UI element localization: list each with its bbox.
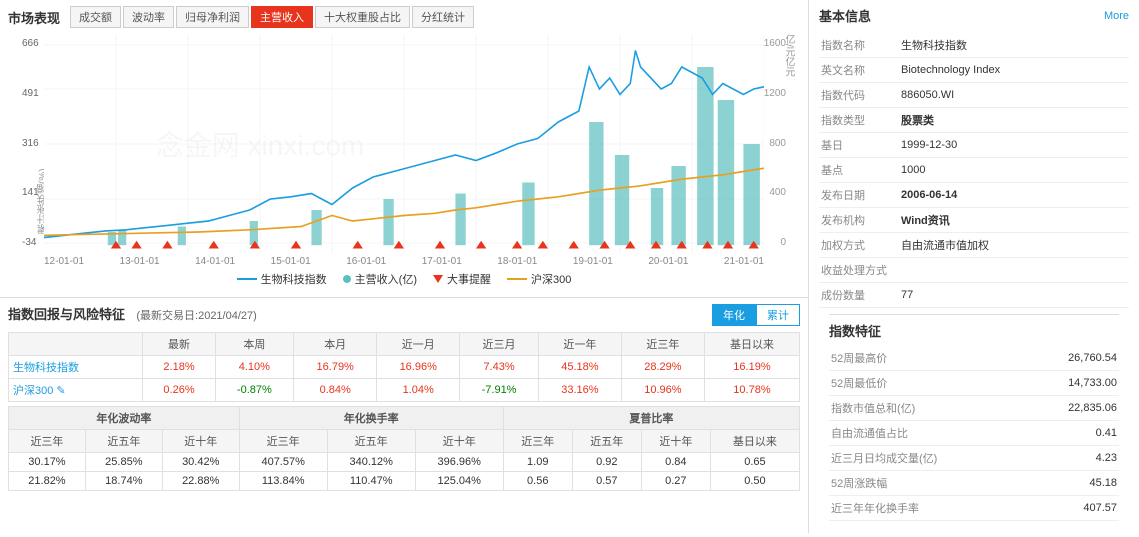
cell-bio-1m: 16.96% <box>377 356 460 379</box>
risk-sub-2: 近十年 <box>162 430 239 453</box>
risk-group-1: 年化波动率 <box>9 407 240 430</box>
char-row-avg-vol: 近三月日均成交量(亿) 4.23 <box>829 446 1119 471</box>
row-hs300-label: 沪深300 ✎ <box>9 379 143 402</box>
risk-sub-8: 近十年 <box>641 430 710 453</box>
legend-revenue-dot <box>343 275 351 283</box>
tab-bodonglu[interactable]: 波动率 <box>123 6 174 28</box>
risk-group-2: 年化换手率 <box>239 407 503 430</box>
risk-sub-7: 近五年 <box>572 430 641 453</box>
basic-info-table: 指数名称 生物科技指数 英文名称 Biotechnology Index 指数代… <box>819 33 1129 308</box>
info-row-enname: 英文名称 Biotechnology Index <box>819 58 1129 83</box>
chart-area: 念金网 xinxi.com <box>44 34 764 254</box>
y-axis-right: 1600 1200 800 400 0 <box>764 38 786 248</box>
col-header-6: 近一年 <box>538 333 621 356</box>
market-title: 市场表现 <box>8 8 60 27</box>
legend-reminder: 大事提醒 <box>433 271 491 287</box>
risk-sub-6: 近三年 <box>503 430 572 453</box>
risk-sub-1: 近五年 <box>85 430 162 453</box>
info-row-basepoint: 基点 1000 <box>819 158 1129 183</box>
info-row-basedate: 基日 1999-12-30 <box>819 133 1129 158</box>
col-header-7: 近三年 <box>621 333 704 356</box>
cell-hs-since: 10.78% <box>704 379 799 402</box>
tab-shida[interactable]: 十大权重股占比 <box>315 6 410 28</box>
risk-sub-9: 基日以来 <box>710 430 799 453</box>
index-return-subtitle: (最新交易日:2021/04/27) <box>136 310 256 322</box>
info-row-type: 指数类型 股票类 <box>819 108 1129 133</box>
cell-hs-1m: 1.04% <box>377 379 460 402</box>
table-row: 30.17% 25.85% 30.42% 407.57% 340.12% 396… <box>9 453 800 472</box>
col-header-0 <box>9 333 143 356</box>
info-row-name: 指数名称 生物科技指数 <box>819 33 1129 58</box>
risk-table: 年化波动率 年化换手率 夏普比率 近三年 近五年 近十年 近三年 近五年 近十年… <box>8 406 800 491</box>
char-row-freefloat: 自由流通值占比 0.41 <box>829 421 1119 446</box>
col-header-3: 本月 <box>294 333 377 356</box>
index-return-title: 指数回报与风险特征 <box>8 307 125 322</box>
risk-sub-3: 近三年 <box>239 430 327 453</box>
index-char-title: 指数特征 <box>829 314 1119 340</box>
table-row: 生物科技指数 2.18% 4.10% 16.79% 16.96% 7.43% 4… <box>9 356 800 379</box>
cell-hs-latest: 0.26% <box>143 379 215 402</box>
basic-info-title: 基本信息 <box>819 6 871 25</box>
col-header-4: 近一月 <box>377 333 460 356</box>
risk-sub-0: 近三年 <box>9 430 86 453</box>
tab-cumulative[interactable]: 累计 <box>756 304 800 326</box>
return-table: 最新 本周 本月 近一月 近三月 近一年 近三年 基日以来 生物科技指数 2.1… <box>8 332 800 402</box>
risk-sub-5: 近十年 <box>415 430 503 453</box>
cell-bio-month: 16.79% <box>294 356 377 379</box>
cell-hs-month: 0.84% <box>294 379 377 402</box>
tab-fenhong[interactable]: 分红统计 <box>412 6 474 28</box>
legend-hs300: 沪深300 <box>507 271 571 287</box>
char-row-turnover-3y: 近三年年化换手率 407.57 <box>829 496 1119 521</box>
index-char-table: 52周最高价 26,760.54 52周最低价 14,733.00 指数市值总和… <box>829 346 1119 521</box>
cell-bio-since: 16.19% <box>704 356 799 379</box>
tab-zhuyingshouru[interactable]: 主营收入 <box>251 6 313 28</box>
legend-hs300-line <box>507 278 527 280</box>
info-row-returnmethod: 收益处理方式 <box>819 258 1129 283</box>
cell-bio-1y: 45.18% <box>538 356 621 379</box>
cell-hs-3y: 10.96% <box>621 379 704 402</box>
x-axis-labels: 12-01-01 13-01-01 14-01-01 15-01-01 16-0… <box>44 254 764 267</box>
risk-sub-4: 近五年 <box>327 430 415 453</box>
char-row-high52: 52周最高价 26,760.54 <box>829 346 1119 371</box>
info-row-count: 成份数量 77 <box>819 283 1129 308</box>
char-row-mktcap: 指数市值总和(亿) 22,835.06 <box>829 396 1119 421</box>
info-row-weightmethod: 加权方式 自由流通市值加权 <box>819 233 1129 258</box>
cell-hs-week: -0.87% <box>215 379 294 402</box>
annualized-tab-group: 年化 累计 <box>712 304 800 326</box>
tab-chengjiaoe[interactable]: 成交额 <box>70 6 121 28</box>
char-row-low52: 52周最低价 14,733.00 <box>829 371 1119 396</box>
cell-hs-1y: 33.16% <box>538 379 621 402</box>
info-row-puborg: 发布机构 Wind资讯 <box>819 208 1129 233</box>
cell-bio-latest: 2.18% <box>143 356 215 379</box>
legend-biotech-line <box>237 278 257 280</box>
cell-hs-3m: -7.91% <box>460 379 539 402</box>
more-link[interactable]: More <box>1104 10 1129 22</box>
cell-bio-3m: 7.43% <box>460 356 539 379</box>
table-row: 沪深300 ✎ 0.26% -0.87% 0.84% 1.04% -7.91% … <box>9 379 800 402</box>
row-biotech-label: 生物科技指数 <box>9 356 143 379</box>
info-row-code: 指数代码 886050.WI <box>819 83 1129 108</box>
market-tab-group: 成交额 波动率 归母净利润 主营收入 十大权重股占比 分红统计 <box>70 6 474 28</box>
table-row: 21.82% 18.74% 22.88% 113.84% 110.47% 125… <box>9 472 800 491</box>
legend-biotech: 生物科技指数 <box>237 271 327 287</box>
legend-reminder-triangle <box>433 275 443 283</box>
col-header-8: 基日以来 <box>704 333 799 356</box>
col-header-1: 最新 <box>143 333 215 356</box>
legend-revenue: 主营收入(亿) <box>343 271 417 287</box>
char-row-52w-change: 52周涨跌幅 45.18 <box>829 471 1119 496</box>
tab-annualized[interactable]: 年化 <box>712 304 756 326</box>
cell-bio-3y: 28.29% <box>621 356 704 379</box>
risk-group-3: 夏普比率 <box>503 407 799 430</box>
chart-legend: 生物科技指数 主营收入(亿) 大事提醒 沪深300 <box>8 267 800 291</box>
info-row-pubdate: 发布日期 2006-06-14 <box>819 183 1129 208</box>
tab-guimu[interactable]: 归母净利润 <box>176 6 249 28</box>
col-header-2: 本周 <box>215 333 294 356</box>
cell-bio-week: 4.10% <box>215 356 294 379</box>
col-header-5: 近三月 <box>460 333 539 356</box>
y-axis-left: 666 491 316 141 -34 <box>22 38 39 248</box>
